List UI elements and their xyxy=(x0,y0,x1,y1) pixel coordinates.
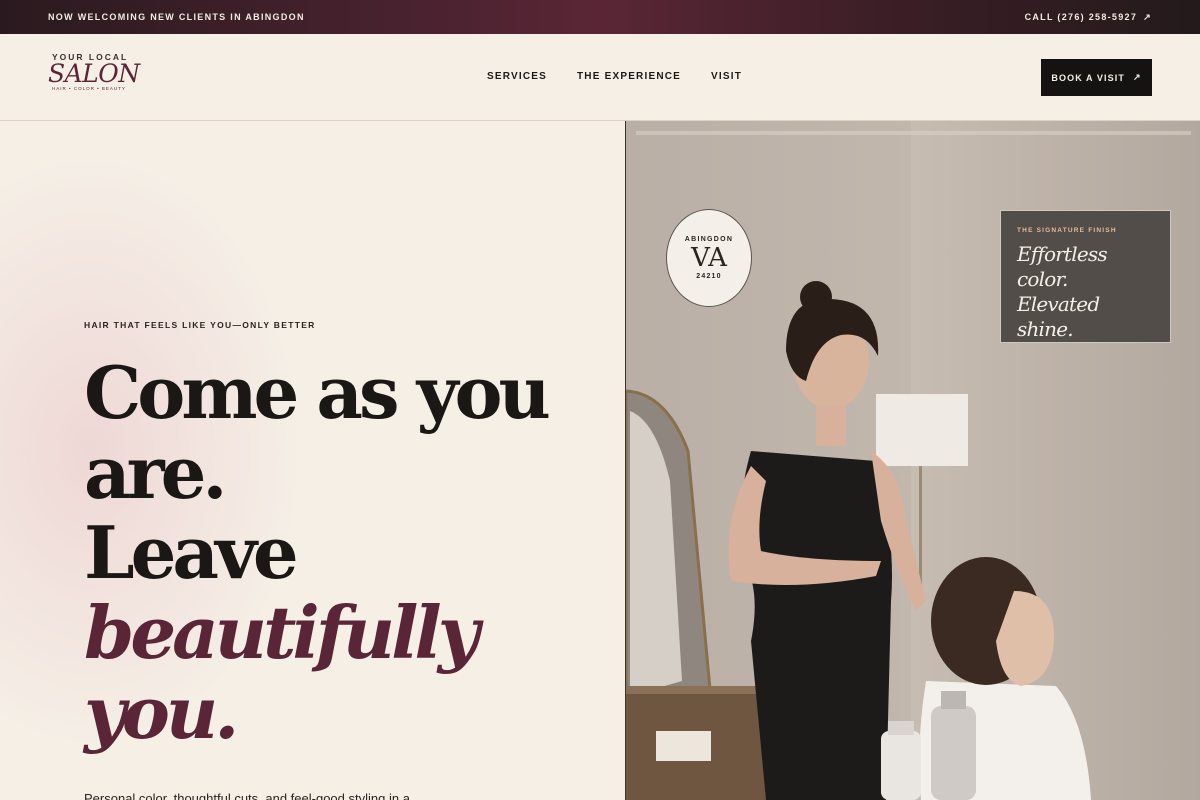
badge-zip: 24210 xyxy=(696,273,722,280)
call-link[interactable]: CALL (276) 258-5927 ↗ xyxy=(1025,12,1152,23)
nav-services[interactable]: SERVICES xyxy=(487,71,547,82)
hero-subcopy: Personal color, thoughtful cuts, and fee… xyxy=(84,791,410,800)
signature-quote: Effortless color. Elevated shine. xyxy=(1017,242,1154,342)
book-button-label: BOOK A VISIT xyxy=(1051,72,1125,83)
headline-line: Come as you xyxy=(84,350,551,435)
badge-state: VA xyxy=(691,243,727,273)
call-label: CALL (276) 258-5927 xyxy=(1024,12,1138,22)
logo-wordmark: SALON xyxy=(48,59,140,88)
hero-text-panel: HAIR THAT FEELS LIKE YOU—ONLY BETTER Com… xyxy=(0,121,625,800)
nav-visit[interactable]: VISIT xyxy=(711,71,742,82)
badge-city: ABINGDON xyxy=(684,236,734,243)
external-arrow-icon: ↗ xyxy=(1143,11,1152,22)
headline-line: are. xyxy=(84,430,227,515)
signature-line: Effortless xyxy=(1017,242,1108,266)
signature-line: Elevated shine. xyxy=(1017,292,1100,341)
announcement-message: NOW WELCOMING NEW CLIENTS IN ABINGDON xyxy=(48,12,305,22)
signature-line: color. xyxy=(1017,267,1068,291)
signature-kicker: THE SIGNATURE FINISH xyxy=(1017,227,1117,234)
logo[interactable]: YOUR LOCAL SALON HAIR • COLOR • BEAUTY xyxy=(48,52,148,91)
book-a-visit-button[interactable]: BOOK A VISIT ↗ xyxy=(1041,59,1152,96)
signature-finish-card: THE SIGNATURE FINISH Effortless color. E… xyxy=(1000,210,1171,343)
headline-accent-line: beautifully xyxy=(84,590,480,675)
hero-headline: Come as you are. Leave beautifully you. xyxy=(84,353,604,753)
hero-eyebrow: HAIR THAT FEELS LIKE YOU—ONLY BETTER xyxy=(84,320,316,330)
site-header: YOUR LOCAL SALON HAIR • COLOR • BEAUTY S… xyxy=(0,34,1200,121)
main-nav: SERVICES THE EXPERIENCE VISIT xyxy=(487,71,742,82)
headline-line: Leave xyxy=(84,510,299,595)
headline-accent-line: you. xyxy=(84,670,239,755)
external-arrow-icon: ↗ xyxy=(1132,72,1142,82)
location-badge: ABINGDON VA 24210 xyxy=(666,209,752,307)
nav-the-experience[interactable]: THE EXPERIENCE xyxy=(577,71,681,82)
announcement-bar: NOW WELCOMING NEW CLIENTS IN ABINGDON CA… xyxy=(0,0,1200,34)
